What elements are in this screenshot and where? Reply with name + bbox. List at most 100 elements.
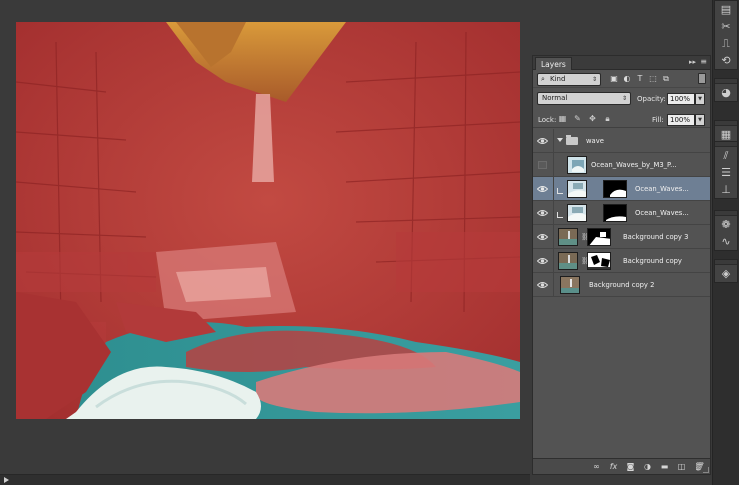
new-layer-icon[interactable]: ◫ <box>676 461 687 472</box>
layer-row-background-copy-3[interactable]: ⛓ Background copy 3 <box>533 225 710 249</box>
status-bar <box>0 474 530 485</box>
opacity-label: Opacity: <box>637 95 666 103</box>
filter-kind-dropdown[interactable]: ⌕ Kind ⇕ <box>537 73 601 86</box>
layer-thumbnail <box>558 252 578 270</box>
opacity-slider-button[interactable]: ▼ <box>695 93 705 105</box>
dock-group-adjust: ❁ ∿ <box>714 210 738 251</box>
chevron-updown-icon: ⇕ <box>621 95 627 102</box>
canvas-artwork <box>16 22 520 419</box>
layer-thumbnail <box>567 156 587 174</box>
visibility-eye-icon[interactable] <box>537 136 548 146</box>
dock-group-tools: ⫽ ☰ ⊥ <box>714 141 738 199</box>
fill-slider-button[interactable]: ▼ <box>695 114 705 126</box>
layer-name: Background copy 3 <box>623 233 689 241</box>
layer-row-background-copy[interactable]: ⛓ Background copy <box>533 249 710 273</box>
link-icon[interactable]: ∞ <box>591 461 602 472</box>
layers-panel-footer: ∞ fx ◙ ◑ ▬ ◫ 🗑︎ <box>533 458 710 474</box>
lock-transparency-icon[interactable]: ▦ <box>558 114 567 124</box>
clipping-arrow-icon <box>557 188 563 194</box>
link-chain-icon[interactable]: ⛓ <box>581 233 590 241</box>
lock-position-icon[interactable]: ✥ <box>588 114 597 124</box>
layer-name: Background copy <box>623 257 682 265</box>
panel-dock-toolbar: ▤ ✂ ⎍ ⟲ ◕ ▦ ⫽ ☰ ⊥ ❁ ∿ ◈ <box>712 0 739 485</box>
image-canvas[interactable] <box>16 22 520 419</box>
lock-row: Lock: ▦ ✎ ✥ 🔒︎ Fill: 100% ▼ <box>533 110 710 128</box>
blend-mode-dropdown[interactable]: Normal ⇕ <box>537 92 631 105</box>
tab-layers[interactable]: Layers <box>535 57 572 70</box>
status-arrow-icon[interactable] <box>4 477 9 483</box>
history-icon[interactable]: ▤ <box>715 1 737 18</box>
filter-shape-icon[interactable]: ⬚ <box>648 73 658 84</box>
new-group-icon[interactable]: ▬ <box>659 461 670 472</box>
visibility-eye-icon[interactable] <box>537 232 548 242</box>
layer-name: Ocean_Waves... <box>635 185 689 193</box>
fx-icon[interactable]: fx <box>608 461 619 472</box>
fill-input[interactable]: 100% <box>667 114 695 126</box>
stamp-icon[interactable]: ⊥ <box>715 181 737 198</box>
layer-thumbnail <box>558 228 578 246</box>
add-mask-icon[interactable]: ◙ <box>625 461 636 472</box>
layer-name: Ocean_Waves_by_M3_P... <box>591 161 677 169</box>
lock-image-icon[interactable]: ✎ <box>573 114 582 124</box>
swatches-icon[interactable]: ⟲ <box>715 52 737 69</box>
layers-icon[interactable]: ◈ <box>715 265 737 282</box>
clipping-arrow-icon <box>557 212 563 218</box>
dock-group-layers: ◈ <box>714 259 738 283</box>
fill-label: Fill: <box>652 116 664 124</box>
layer-thumbnail <box>567 180 587 198</box>
layer-row-wave-group[interactable]: wave <box>533 129 710 153</box>
opacity-input[interactable]: 100% <box>667 93 695 105</box>
panel-menu-icon[interactable]: ≡ <box>700 57 707 66</box>
layer-row-ocean-waves-selected[interactable]: Ocean_Waves... <box>533 177 710 201</box>
link-chain-icon[interactable]: ⛓ <box>581 257 590 265</box>
visibility-eye-icon[interactable] <box>537 184 548 194</box>
layer-thumbnail <box>567 204 587 222</box>
resize-grip[interactable] <box>703 467 709 473</box>
layer-name: wave <box>586 137 604 145</box>
filter-toggle[interactable] <box>698 73 706 84</box>
folder-icon <box>566 135 578 145</box>
layer-row-ocean-waves-hidden[interactable]: Ocean_Waves_by_M3_P... <box>533 153 710 177</box>
filter-smart-object-icon[interactable]: ⧉ <box>661 73 671 84</box>
filter-adjustment-icon[interactable]: ◐ <box>622 73 632 84</box>
dock-group-top: ▤ ✂ ⎍ ⟲ <box>714 0 738 70</box>
visibility-eye-icon[interactable] <box>537 256 548 266</box>
curves-icon[interactable]: ∿ <box>715 233 737 250</box>
chevron-updown-icon: ⇕ <box>591 76 597 83</box>
layer-name: Background copy 2 <box>589 281 655 289</box>
scissors-icon[interactable]: ✂ <box>715 18 737 35</box>
visibility-eye-icon[interactable] <box>537 208 548 218</box>
filter-pixel-icon[interactable]: ▣ <box>609 73 619 84</box>
visibility-off-box[interactable] <box>538 161 547 169</box>
timeline-icon[interactable]: ⎍ <box>715 35 737 52</box>
blend-mode-value: Normal <box>542 94 568 102</box>
layer-mask-thumbnail[interactable] <box>587 228 611 246</box>
layer-row-ocean-waves[interactable]: Ocean_Waves... <box>533 201 710 225</box>
layer-row-background-copy-2[interactable]: Background copy 2 <box>533 273 710 297</box>
panel-header: Layers ▸▸ ≡ <box>533 56 710 70</box>
brush-icon[interactable]: ⫽ <box>715 147 737 164</box>
layers-panel: Layers ▸▸ ≡ ⌕ Kind ⇕ ▣ ◐ T ⬚ ⧉ Normal ⇕ … <box>532 55 711 475</box>
lock-label: Lock: <box>538 116 557 124</box>
layer-thumbnail <box>560 276 580 294</box>
filter-kind-value: Kind <box>550 75 566 83</box>
visibility-eye-icon[interactable] <box>537 280 548 290</box>
layer-mask-thumbnail[interactable] <box>603 180 627 198</box>
sliders-icon[interactable]: ☰ <box>715 164 737 181</box>
layer-mask-thumbnail[interactable] <box>587 252 611 270</box>
filter-type-icon[interactable]: T <box>635 73 645 84</box>
color-wheel-icon[interactable]: ◕ <box>715 84 737 101</box>
dock-group-color: ◕ <box>714 78 738 102</box>
layer-name: Ocean_Waves... <box>635 209 689 217</box>
lock-all-icon[interactable]: 🔒︎ <box>603 114 612 124</box>
spectrum-icon[interactable]: ❁ <box>715 216 737 233</box>
layer-list: wave Ocean_Waves_by_M3_P... Ocean_Waves.… <box>533 129 710 453</box>
search-icon: ⌕ <box>541 75 545 83</box>
layer-mask-thumbnail[interactable] <box>603 204 627 222</box>
document-workspace <box>0 0 530 485</box>
collapse-panel-icon[interactable]: ▸▸ <box>689 58 696 66</box>
expand-arrow-icon[interactable] <box>557 138 563 142</box>
adjustment-icon[interactable]: ◑ <box>642 461 653 472</box>
blend-row: Normal ⇕ Opacity: 100% ▼ <box>533 88 710 110</box>
layer-filter-row: ⌕ Kind ⇕ ▣ ◐ T ⬚ ⧉ <box>533 70 710 88</box>
